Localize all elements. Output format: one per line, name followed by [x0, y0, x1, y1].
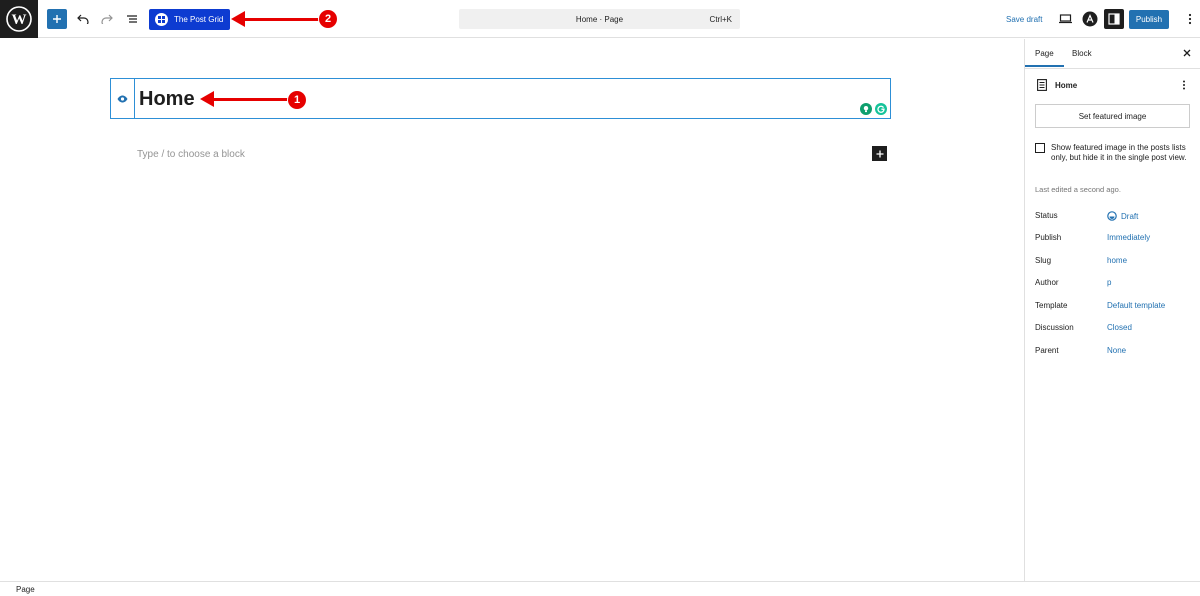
meta-row-parent: Parent None [1035, 346, 1191, 358]
editor-footer: Page [0, 581, 1200, 596]
undo-button[interactable] [73, 9, 93, 29]
tab-block[interactable]: Block [1072, 49, 1092, 58]
meta-row-discussion: Discussion Closed [1035, 323, 1191, 335]
redo-button[interactable] [97, 9, 117, 29]
save-draft-button[interactable]: Save draft [1006, 15, 1042, 24]
meta-row-template: Template Default template [1035, 301, 1191, 313]
set-featured-image-button[interactable]: Set featured image [1035, 104, 1190, 128]
plus-icon [876, 150, 883, 157]
page-icon [1037, 79, 1047, 91]
plus-icon [53, 15, 61, 23]
meta-row-status: Status Draft [1035, 211, 1191, 223]
block-inserter-button[interactable] [47, 9, 67, 29]
author-button[interactable]: p [1107, 278, 1111, 287]
meta-label: Publish [1035, 233, 1062, 242]
document-title: Home · Page [575, 15, 624, 24]
post-grid-button[interactable]: The Post Grid [149, 9, 230, 30]
lightbulb-icon[interactable] [860, 103, 872, 115]
meta-row-publish: Publish Immediately [1035, 233, 1191, 245]
annotation-arrow-1 [212, 98, 288, 101]
meta-label: Parent [1035, 346, 1059, 355]
template-button[interactable]: Default template [1107, 301, 1165, 310]
meta-label: Discussion [1035, 323, 1074, 332]
slug-button[interactable]: home [1107, 256, 1127, 265]
list-view-icon [127, 15, 137, 23]
tab-page[interactable]: Page [1025, 49, 1064, 67]
more-vertical-icon [1183, 80, 1185, 90]
post-grid-label: The Post Grid [174, 15, 224, 24]
meta-label: Slug [1035, 256, 1052, 265]
editor-canvas: Home Type / to choose a block [0, 39, 1024, 581]
preview-button[interactable] [1055, 9, 1075, 29]
sidebar-icon [1108, 13, 1120, 25]
last-edited-text: Last edited a second ago. [1035, 185, 1121, 194]
discussion-button[interactable]: Closed [1107, 323, 1132, 332]
meta-label: Status [1035, 211, 1058, 220]
visibility-toggle[interactable] [111, 79, 135, 118]
command-shortcut: Ctrl+K [709, 15, 732, 24]
post-grid-icon [155, 13, 168, 26]
undo-icon [77, 14, 89, 24]
annotation-arrow-2 [243, 18, 319, 21]
meta-label: Template [1035, 301, 1068, 310]
document-overview-button[interactable] [122, 9, 142, 29]
document-title-label: Home [1055, 81, 1078, 90]
desktop-preview-icon [1058, 14, 1072, 24]
document-actions-button[interactable] [1179, 78, 1189, 92]
more-vertical-icon [1188, 13, 1192, 25]
editor-header: W The Post Grid Home · Page Ctrl+K Save … [0, 0, 1200, 38]
astra-settings-button[interactable] [1080, 9, 1100, 29]
meta-row-slug: Slug home [1035, 256, 1191, 268]
close-icon [1183, 49, 1191, 57]
settings-sidebar: Page Block Home Set featured image Show … [1024, 39, 1200, 581]
close-sidebar-button[interactable] [1180, 46, 1194, 60]
meta-row-author: Author p [1035, 278, 1191, 290]
document-summary: Home [1035, 78, 1191, 92]
breadcrumb[interactable]: Page [16, 585, 35, 594]
annotation-badge-1: 1 [288, 91, 306, 109]
sidebar-tabs: Page Block [1025, 39, 1200, 69]
svg-text:W: W [12, 12, 27, 28]
add-block-button[interactable] [872, 146, 887, 161]
redo-icon [101, 14, 113, 24]
annotation-badge-2: 2 [319, 10, 337, 28]
astra-icon [1082, 11, 1098, 27]
settings-sidebar-toggle[interactable] [1104, 9, 1124, 29]
page-title[interactable]: Home [139, 88, 195, 111]
draft-status-icon [1107, 211, 1117, 221]
status-value: Draft [1121, 211, 1139, 221]
publish-button[interactable]: Publish [1129, 10, 1169, 29]
extension-icons [860, 103, 887, 115]
options-menu-button[interactable] [1180, 9, 1200, 29]
meta-label: Author [1035, 278, 1059, 287]
publish-date-button[interactable]: Immediately [1107, 233, 1150, 242]
block-placeholder[interactable]: Type / to choose a block [137, 149, 245, 160]
wordpress-logo-icon[interactable]: W [0, 0, 38, 38]
command-palette-bar[interactable]: Home · Page Ctrl+K [459, 9, 740, 29]
grammarly-icon[interactable] [875, 103, 887, 115]
featured-image-checkbox[interactable] [1035, 143, 1045, 153]
featured-image-checkbox-label: Show featured image in the posts lists o… [1051, 143, 1187, 162]
parent-button[interactable]: None [1107, 346, 1126, 355]
eye-icon [117, 95, 128, 102]
status-button[interactable]: Draft [1107, 211, 1138, 221]
